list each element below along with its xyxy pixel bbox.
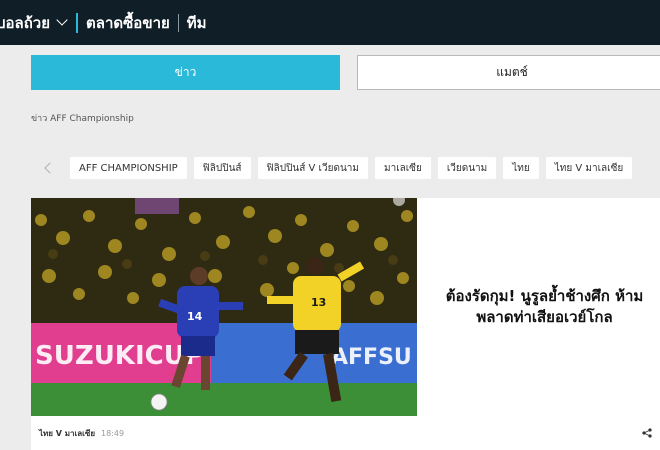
nav-divider-accent	[76, 12, 79, 33]
chip-malaysia[interactable]: มาเลเซีย	[375, 157, 431, 179]
article-tag[interactable]: ไทย V มาเลเซีย	[39, 427, 95, 440]
chip-thailand[interactable]: ไทย	[503, 157, 539, 179]
tab-matches[interactable]: แมตช์	[357, 55, 660, 90]
article-card[interactable]: SUZUKICUP AFFSU 14 13 ต้องรัดกุม! นูรูลย…	[31, 198, 660, 450]
nav-item-cups[interactable]: บอลถ้วย	[0, 11, 68, 35]
top-navbar: บอลถ้วย ตลาดซื้อขาย ทีม	[0, 0, 660, 45]
nav-item-transfer-label: ตลาดซื้อขาย	[86, 13, 170, 32]
nav-divider	[177, 13, 179, 32]
banner-aff-text: AFFSU	[331, 345, 412, 370]
tab-matches-label: แมตช์	[496, 65, 528, 79]
tab-news-label: ข่าว	[174, 65, 197, 79]
article-photo[interactable]: SUZUKICUP AFFSU 14 13	[31, 198, 417, 416]
breadcrumb: ข่าว AFF Championship	[31, 114, 134, 124]
chevron-down-icon[interactable]	[56, 14, 68, 26]
article-headline[interactable]: ต้องรัดกุม! นูรูลย้ำช้างศึก ห้ามพลาดท่าเ…	[429, 286, 660, 328]
article-footer: ไทย V มาเลเซีย 18:49	[31, 416, 660, 450]
chip-philippines[interactable]: ฟิลิปปินส์	[193, 157, 251, 179]
chevron-left-icon[interactable]	[44, 162, 56, 174]
nav-item-transfer-market[interactable]: ตลาดซื้อขาย	[86, 11, 170, 35]
nav-item-teams[interactable]: ทีม	[187, 11, 207, 35]
tab-news[interactable]: ข่าว	[31, 55, 340, 90]
chip-vietnam[interactable]: เวียดนาม	[437, 157, 497, 179]
chip-philippines-vs-vietnam[interactable]: ฟิลิปปินส์ V เวียดนาม	[257, 157, 368, 179]
chip-aff-championship[interactable]: AFF CHAMPIONSHIP	[70, 157, 187, 179]
tag-chip-carousel: AFF CHAMPIONSHIP ฟิลิปปินส์ ฟิลิปปินส์ V…	[40, 156, 639, 180]
nav-item-cups-label: บอลถ้วย	[0, 13, 51, 32]
nav-item-teams-label: ทีม	[186, 13, 207, 32]
article-time: 18:49	[101, 428, 125, 438]
player-left-number: 14	[187, 310, 203, 323]
player-right-number: 13	[311, 296, 326, 309]
share-icon[interactable]	[642, 428, 652, 438]
chip-thailand-vs-malaysia[interactable]: ไทย V มาเลเซีย	[545, 157, 633, 179]
